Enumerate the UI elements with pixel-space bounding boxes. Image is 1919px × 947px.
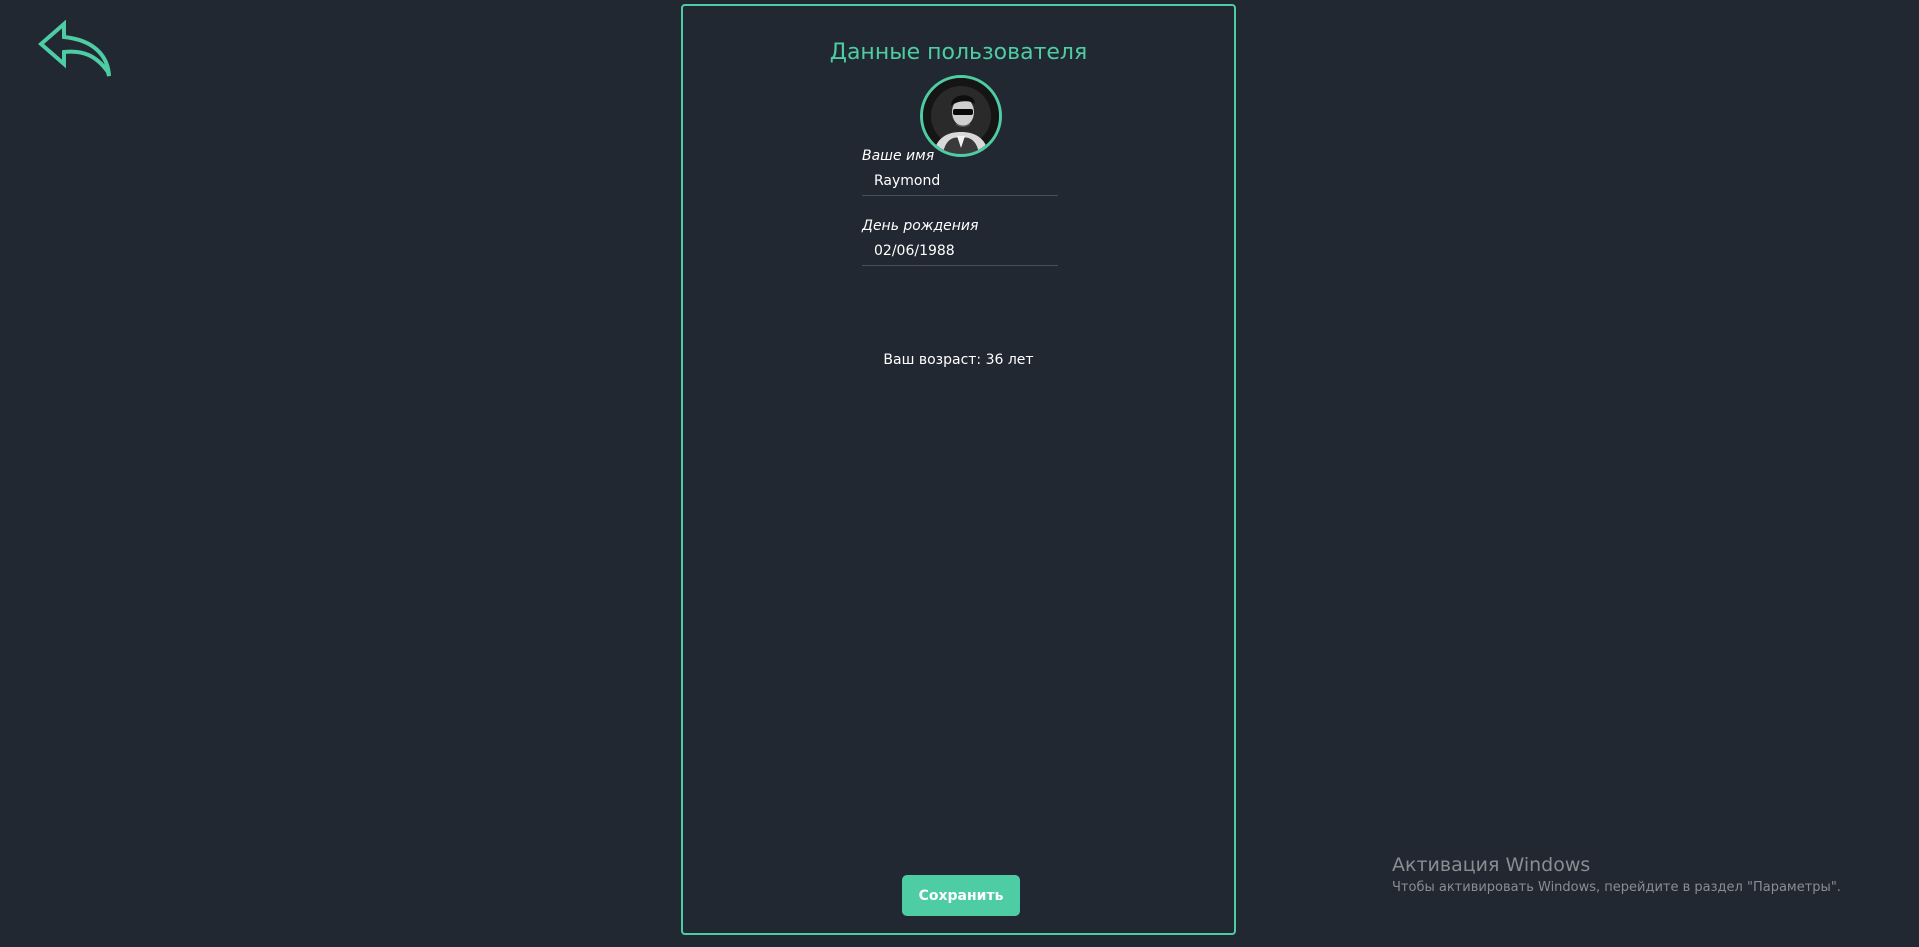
page-title: Данные пользователя	[829, 40, 1088, 65]
user-data-card: Данные пользователя Ваше имя День рожден…	[681, 4, 1236, 935]
windows-activation-watermark: Активация Windows Чтобы активировать Win…	[1392, 852, 1841, 898]
name-input[interactable]	[862, 166, 1058, 196]
name-label: Ваше имя	[862, 148, 935, 164]
birthday-input[interactable]	[862, 236, 1058, 266]
watermark-title: Активация Windows	[1392, 854, 1591, 876]
birthday-label: День рождения	[862, 218, 979, 234]
back-button[interactable]	[38, 20, 114, 80]
avatar	[920, 75, 1002, 157]
watermark-subtitle: Чтобы активировать Windows, перейдите в …	[1392, 880, 1841, 895]
save-button[interactable]: Сохранить	[902, 875, 1020, 916]
age-text: Ваш возраст: 36 лет	[883, 352, 1034, 368]
back-arrow-icon	[38, 20, 114, 80]
